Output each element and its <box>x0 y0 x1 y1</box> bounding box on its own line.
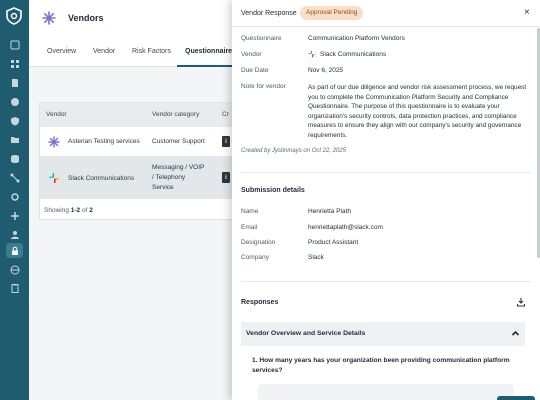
lock-icon[interactable] <box>6 243 23 258</box>
pagination-summary: Showing 1-2 of 2 <box>44 207 93 214</box>
reports-icon[interactable] <box>9 96 20 107</box>
created-by-text: Created by Jystinmays on Oct 22, 2025 <box>241 148 347 154</box>
info-icon[interactable]: i <box>222 136 230 147</box>
pagination-prefix: Showing <box>44 207 71 214</box>
drawer-header: Vendor Response Approval Pending × <box>232 0 540 27</box>
email-label: Email <box>241 224 258 231</box>
vendor-value: Slack Communications <box>320 51 387 58</box>
vendor-name[interactable]: Asterian Testing services <box>68 138 140 145</box>
note-value: As part of our due diligence and vendor … <box>308 84 527 139</box>
active-tab-indicator <box>177 65 233 67</box>
name-value: Henrietta Plath <box>308 208 351 215</box>
clipboard-icon[interactable] <box>9 282 20 293</box>
app-logo-icon[interactable] <box>5 7 23 25</box>
vendor-category-line: Messaging / VOIP <box>152 164 205 171</box>
divider <box>241 172 531 173</box>
table-row[interactable]: Asterian Testing services Customer Suppo… <box>40 127 240 157</box>
vendor-category-line: / Telephony <box>152 174 186 181</box>
drawer-title: Vendor Response <box>241 10 297 17</box>
vendor-category: Customer Support <box>152 138 205 145</box>
slack-logo-icon <box>49 173 59 183</box>
pagination-total: 2 <box>89 207 93 214</box>
email-value: henriettaplath@slack.com <box>308 224 383 231</box>
pagination-range: 1-2 <box>70 207 81 214</box>
vendor-response-drawer: Vendor Response Approval Pending × Quest… <box>232 0 540 400</box>
users-icon[interactable] <box>9 229 20 240</box>
column-header-vendor[interactable]: Vendor <box>46 111 67 118</box>
database-icon[interactable] <box>9 153 20 164</box>
page-title: Vendors <box>68 13 104 23</box>
network-icon[interactable] <box>9 210 20 221</box>
download-icon[interactable] <box>516 297 526 307</box>
question-text: 1. How many years has your organization … <box>252 357 510 374</box>
note-label: Note for vendor <box>241 83 286 90</box>
settings-icon[interactable] <box>9 191 20 202</box>
due-date-value: Nov 6, 2025 <box>308 67 344 74</box>
name-label: Name <box>241 208 259 215</box>
vendors-table: Vendor Vendor category Cr Asterian Testi… <box>39 102 240 220</box>
vendor-brand-logo-icon <box>42 11 56 25</box>
column-header-category[interactable]: Vendor category <box>152 111 199 118</box>
tab-vendor[interactable]: Vendor <box>93 48 115 55</box>
questionnaire-label: Questionnaire <box>241 35 282 42</box>
section-accordion[interactable]: Vendor Overview and Service Details <box>241 322 525 346</box>
designation-value: Product Assistant <box>308 239 359 246</box>
company-value: Slack <box>308 254 324 261</box>
tab-risk-factors[interactable]: Risk Factors <box>132 48 171 55</box>
status-badge: Approval Pending <box>300 6 364 20</box>
chevron-up-icon[interactable] <box>511 329 520 338</box>
responses-title: Responses <box>241 299 279 306</box>
pagination-of: of <box>80 207 90 214</box>
close-icon[interactable]: × <box>524 7 530 18</box>
info-icon[interactable]: i <box>222 172 230 183</box>
connections-icon[interactable] <box>9 172 20 183</box>
shield-icon[interactable] <box>9 115 20 126</box>
table-row[interactable]: Slack Communications Messaging / VOIP / … <box>40 157 240 199</box>
designation-label: Designation <box>241 239 276 246</box>
tab-overview[interactable]: Overview <box>47 48 76 55</box>
submission-details-title: Submission details <box>241 187 305 194</box>
vendor-category-line: Service <box>152 184 174 191</box>
table-header: Vendor Vendor category Cr <box>40 103 240 127</box>
column-header-created[interactable]: Cr <box>222 111 229 118</box>
slack-logo-icon <box>308 50 316 58</box>
vendor-label: Vendor <box>241 51 262 58</box>
home-icon[interactable] <box>9 39 20 50</box>
globe-icon[interactable] <box>9 264 20 275</box>
divider <box>241 281 531 282</box>
questionnaire-value: Communication Platform Vendors <box>308 35 405 42</box>
vendors-grid-icon[interactable] <box>9 58 20 69</box>
due-date-label: Due Date <box>241 67 269 74</box>
company-label: Company <box>241 254 269 261</box>
accordion-title: Vendor Overview and Service Details <box>246 330 366 337</box>
answer-field[interactable] <box>258 384 514 400</box>
asterian-logo-icon <box>48 136 60 148</box>
vendor-name[interactable]: Slack Communications <box>68 175 134 182</box>
floating-action-button[interactable] <box>497 396 535 400</box>
documents-icon[interactable] <box>9 77 20 88</box>
tab-questionnaire[interactable]: Questionnaire <box>185 48 232 55</box>
folders-icon[interactable] <box>9 134 20 145</box>
